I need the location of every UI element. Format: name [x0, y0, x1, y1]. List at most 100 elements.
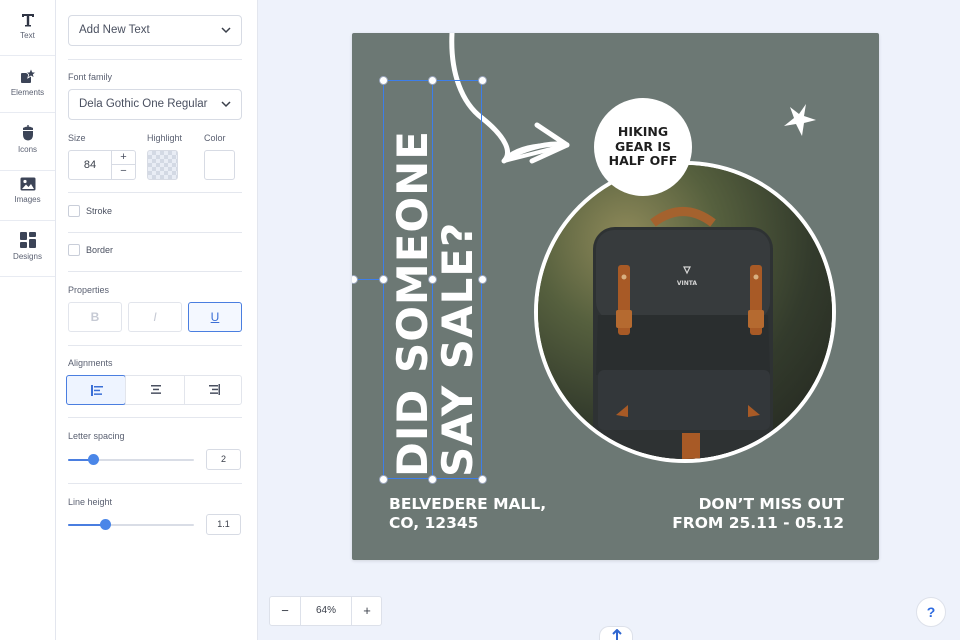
add-new-text-label: Add New Text: [79, 24, 150, 36]
resize-handle[interactable]: [379, 275, 388, 284]
align-right-button[interactable]: [184, 376, 244, 404]
zoom-control: − 64% +: [269, 596, 382, 626]
icons-icon: [22, 125, 33, 141]
color-swatch[interactable]: [204, 150, 235, 180]
align-left-icon: [91, 385, 103, 396]
sale-badge[interactable]: HIKING GEAR IS HALF OFF: [594, 98, 692, 196]
size-stepper-buttons: + −: [111, 151, 135, 179]
address-text[interactable]: BELVEDERE MALL, CO, 12345: [389, 495, 546, 533]
rail-item-designs[interactable]: Designs: [0, 221, 55, 277]
divider: [68, 192, 242, 193]
rail-item-icons[interactable]: Icons: [0, 115, 55, 171]
images-icon: [20, 177, 35, 191]
promo-line-1: DON’T MISS OUT: [698, 495, 844, 513]
divider: [68, 232, 242, 233]
line-height-slider[interactable]: [68, 519, 194, 530]
arrow-up-icon: [612, 629, 622, 640]
font-family-select[interactable]: Dela Gothic One Regular: [68, 89, 242, 120]
align-left-button[interactable]: [66, 375, 126, 405]
designs-icon: [19, 232, 36, 248]
resize-handle[interactable]: [478, 475, 487, 484]
help-button[interactable]: ?: [916, 597, 946, 627]
rail-item-images[interactable]: Images: [0, 165, 55, 221]
rail-item-text[interactable]: Text: [0, 0, 55, 56]
resize-handle[interactable]: [379, 475, 388, 484]
size-input[interactable]: 84: [69, 151, 111, 179]
border-checkbox[interactable]: [68, 244, 80, 256]
design-canvas[interactable]: VINTA HIKING GEAR IS HALF OFF DID SOMEON…: [352, 33, 879, 560]
address-line-1: BELVEDERE MALL,: [389, 495, 547, 513]
highlight-label: Highlight: [147, 133, 183, 143]
chevron-down-icon: [221, 27, 231, 34]
divider: [68, 417, 242, 418]
rail-label: Icons: [17, 145, 38, 154]
italic-button[interactable]: I: [128, 302, 182, 332]
rail-label: Designs: [13, 252, 42, 261]
selection-box: [383, 80, 433, 479]
elements-icon: [20, 68, 36, 83]
align-center-button[interactable]: [125, 376, 185, 404]
stroke-checkbox-row[interactable]: Stroke: [68, 205, 112, 219]
size-increment-button[interactable]: +: [112, 151, 135, 165]
zoom-out-button[interactable]: −: [270, 597, 300, 625]
align-right-icon: [209, 384, 220, 395]
backpack-logo-text: VINTA: [677, 280, 698, 287]
size-label: Size: [68, 133, 86, 143]
backpack-image: VINTA: [538, 165, 832, 459]
line-height-label: Line height: [68, 497, 113, 507]
letter-spacing-knob[interactable]: [88, 454, 100, 465]
star-icon: [784, 104, 816, 136]
add-new-text-dropdown[interactable]: Add New Text: [68, 15, 242, 46]
color-label: Color: [204, 133, 226, 143]
divider: [68, 345, 242, 346]
tool-rail: Text Elements Icons Images Designs: [0, 0, 56, 640]
line-height-knob[interactable]: [99, 519, 111, 530]
resize-handle[interactable]: [379, 76, 388, 85]
underline-button[interactable]: U: [188, 302, 242, 332]
stroke-label: Stroke: [86, 206, 113, 216]
badge-line-1: HIKING: [617, 124, 669, 139]
line-height-input[interactable]: 1.1: [206, 514, 241, 535]
divider: [68, 483, 242, 484]
divider: [68, 271, 242, 272]
badge-line-3: HALF OFF: [608, 153, 678, 168]
align-center-icon: [151, 385, 161, 394]
rail-label: Text: [20, 31, 35, 40]
size-decrement-button[interactable]: −: [112, 165, 135, 179]
rail-item-elements[interactable]: Elements: [0, 57, 55, 113]
badge-line-2: GEAR IS: [614, 138, 672, 154]
rail-label: Images: [14, 195, 41, 204]
letter-spacing-slider[interactable]: [68, 454, 194, 465]
divider: [68, 59, 242, 60]
size-stepper: 84 + −: [68, 150, 136, 180]
border-label: Border: [86, 245, 114, 255]
resize-handle[interactable]: [428, 475, 437, 484]
zoom-in-button[interactable]: +: [352, 597, 382, 625]
resize-handle[interactable]: [478, 76, 487, 85]
font-family-value: Dela Gothic One Regular: [79, 98, 208, 110]
product-photo[interactable]: VINTA: [534, 161, 836, 463]
properties-panel: Add New Text Font family Dela Gothic One…: [56, 0, 258, 640]
stroke-checkbox[interactable]: [68, 205, 80, 217]
letter-spacing-input[interactable]: 2: [206, 449, 241, 470]
resize-handle[interactable]: [428, 275, 437, 284]
text-icon: [21, 14, 34, 27]
zoom-level[interactable]: 64%: [300, 597, 352, 625]
chevron-down-icon: [221, 101, 231, 108]
alignment-group: [66, 375, 242, 405]
font-family-label: Font family: [68, 72, 113, 82]
alignments-label: Alignments: [68, 358, 113, 368]
expand-panel-button[interactable]: [599, 626, 633, 640]
border-checkbox-row[interactable]: Border: [68, 244, 113, 258]
resize-handle[interactable]: [428, 76, 437, 85]
promo-line-2: FROM 25.11 - 05.12: [672, 514, 844, 532]
address-line-2: CO, 12345: [389, 514, 479, 532]
selection-box: [432, 80, 482, 479]
bold-button[interactable]: B: [68, 302, 122, 332]
letter-spacing-label: Letter spacing: [68, 431, 125, 441]
rail-label: Elements: [10, 88, 45, 97]
resize-handle[interactable]: [478, 275, 487, 284]
promo-dates-text[interactable]: DON’T MISS OUT FROM 25.11 - 05.12: [672, 495, 844, 533]
highlight-swatch[interactable]: [147, 150, 178, 180]
properties-label: Properties: [68, 285, 110, 295]
